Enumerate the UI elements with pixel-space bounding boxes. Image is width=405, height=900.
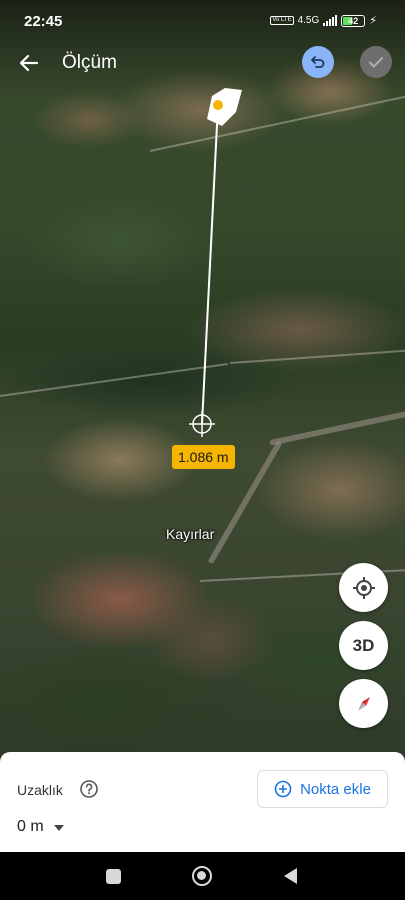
add-point-button[interactable]: Nokta ekle: [257, 770, 388, 808]
volte-badge: Vo LTE: [270, 16, 294, 25]
measure-line: [201, 104, 219, 425]
signal-icon: [323, 15, 338, 26]
distance-title: Uzaklık: [17, 782, 63, 798]
home-button[interactable]: [192, 866, 212, 886]
battery-icon: 42: [341, 14, 366, 27]
view-3d-button[interactable]: 3D: [339, 621, 388, 670]
check-icon: [369, 57, 383, 68]
add-circle-icon: [274, 780, 292, 798]
arrow-back-icon: [19, 54, 39, 72]
chevron-down-icon[interactable]: [52, 821, 66, 833]
my-location-button[interactable]: [339, 563, 388, 612]
status-bar: 22:45 Vo LTE 4.5G 42 ⚡︎: [0, 0, 405, 40]
system-nav-bar: [0, 852, 405, 900]
page-title: Ölçüm: [62, 52, 117, 73]
status-icons: Vo LTE 4.5G 42 ⚡︎: [270, 14, 377, 27]
undo-button[interactable]: [302, 46, 334, 78]
add-point-label: Nokta ekle: [300, 780, 371, 798]
measure-start-point: [211, 98, 225, 112]
recent-apps-button[interactable]: [106, 869, 121, 884]
done-button[interactable]: [360, 46, 392, 78]
my-location-icon: [352, 576, 375, 599]
distance-label: 1.086 m: [172, 445, 235, 469]
measurement-panel: Uzaklık 0 m Nokta ekle: [0, 752, 405, 852]
place-label: Kayırlar: [166, 526, 215, 542]
network-type: 4.5G: [297, 15, 320, 26]
compass-icon: [357, 696, 370, 711]
battery-level: 42: [348, 15, 359, 26]
status-time: 22:45: [24, 13, 63, 30]
undo-icon: [311, 56, 325, 68]
nav-back-button[interactable]: [284, 868, 297, 884]
distance-value[interactable]: 0 m: [17, 818, 44, 836]
compass-button[interactable]: [339, 679, 388, 728]
help-icon[interactable]: [79, 779, 99, 799]
back-button[interactable]: [14, 48, 44, 78]
charging-icon: ⚡︎: [369, 15, 377, 27]
